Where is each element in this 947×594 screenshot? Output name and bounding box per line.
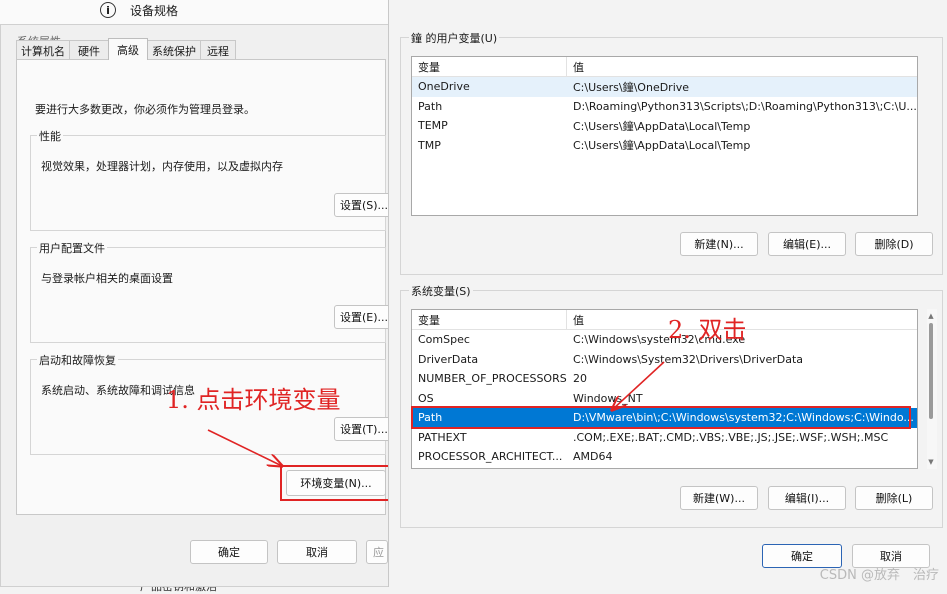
- arrow-to-path-row-icon: [612, 361, 665, 410]
- annotation-arrows: [207, 361, 665, 587]
- tab-advanced[interactable]: 高级: [108, 38, 148, 60]
- watermark: CSDN @放弃 治疗: [819, 568, 939, 583]
- arrow-to-env-button-icon: [207, 429, 282, 466]
